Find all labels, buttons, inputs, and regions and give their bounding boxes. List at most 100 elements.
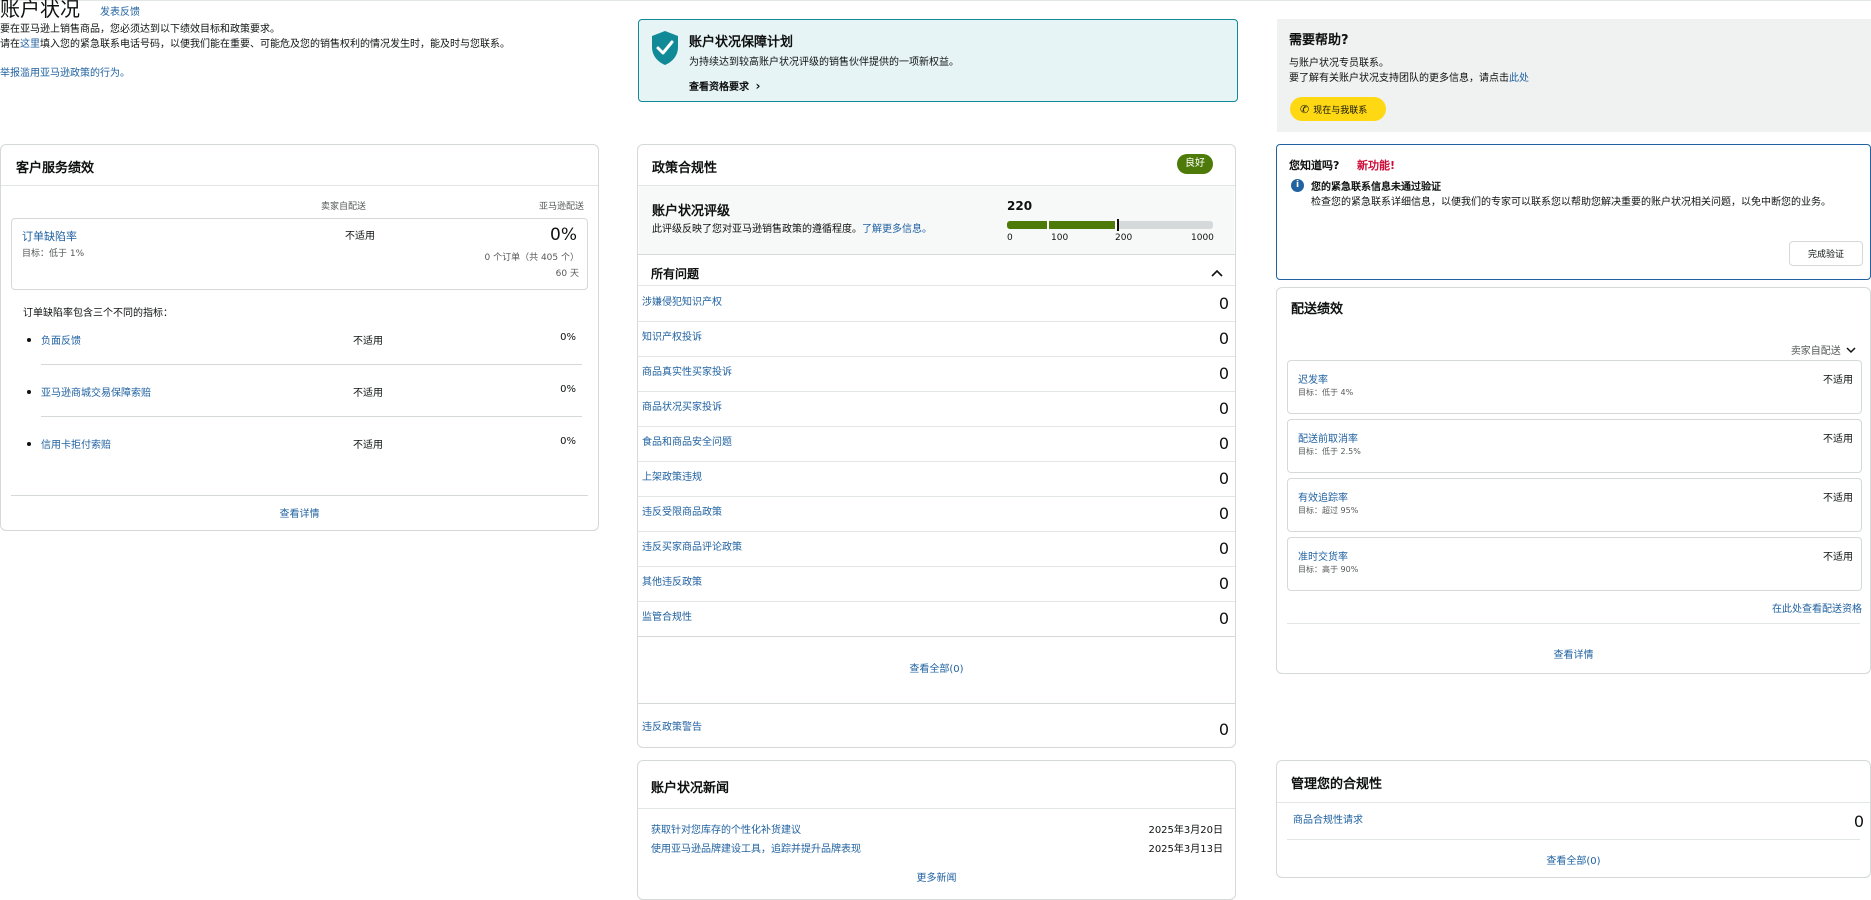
learn-more-link[interactable]: 了解更多信息。 xyxy=(862,224,932,235)
issue-link[interactable]: 其他违反政策 xyxy=(642,573,702,588)
metric-link[interactable]: 配送前取消率 xyxy=(1298,430,1358,445)
header-line-1: 要在亚马逊上销售商品，您必须达到以下绩效目标和政策要求。 xyxy=(0,24,280,35)
issue-link[interactable]: 涉嫌侵犯知识产权 xyxy=(642,293,722,308)
metric-mfn: 不适用 xyxy=(353,440,383,451)
emergency-contact-link[interactable]: 这里 xyxy=(20,39,40,50)
list-item: 信用卡拒付索赔 不适用 0% xyxy=(23,434,582,486)
dyk-new-label: 新功能! xyxy=(1357,159,1396,172)
issue-row: 上架政策违规 0 xyxy=(638,461,1235,497)
issue-row: 违反买家商品评论政策 0 xyxy=(638,531,1235,567)
issue-link[interactable]: 食品和商品安全问题 xyxy=(642,433,732,448)
dyk-body: 检查您的紧急联系详细信息，以便我们的专家可以联系您以帮助您解决重要的账户状况相关… xyxy=(1311,197,1831,208)
metric-link[interactable]: 信用卡拒付索赔 xyxy=(41,436,111,451)
divider xyxy=(1,185,598,186)
ahr-meter-fill xyxy=(1007,221,1119,229)
info-icon: i xyxy=(1291,179,1304,192)
metric-afn: 0% xyxy=(560,384,576,395)
list-item: 负面反馈 不适用 0% xyxy=(23,330,582,382)
metric-target: 目标：高于 90% xyxy=(1298,565,1359,574)
chevron-right-icon: › xyxy=(755,79,761,93)
shipping-metric-tile: 迟发率 目标：低于 4% 不适用 xyxy=(1287,360,1862,414)
page-title: 账户状况 xyxy=(0,0,80,21)
top-rule xyxy=(0,0,1871,1)
issue-link[interactable]: 商品真实性买家投诉 xyxy=(642,363,732,378)
complete-verification-button[interactable]: 完成验证 xyxy=(1789,241,1863,266)
shipping-metric-tile: 准时交货率 目标：高于 90% 不适用 xyxy=(1287,537,1862,591)
contact-me-button[interactable]: ✆ 现在与我联系 xyxy=(1290,97,1386,121)
fulfillment-filter-label: 卖家自配送 xyxy=(1790,346,1841,357)
metric-link[interactable]: 准时交货率 xyxy=(1298,548,1348,563)
feedback-link[interactable]: 发表反馈 xyxy=(100,3,140,18)
meter-tick-label: 0 xyxy=(1007,233,1013,243)
policy-card: 政策合规性 良好 账户状况评级 此评级反映了您对亚马逊销售政策的遵循程度。了解更… xyxy=(637,144,1236,748)
news-item-link[interactable]: 使用亚马逊品牌建设工具，追踪并提升品牌表现 xyxy=(651,840,861,855)
metric-value: 不适用 xyxy=(1823,493,1853,504)
divider xyxy=(1287,623,1860,624)
issue-link[interactable]: 监管合规性 xyxy=(642,608,692,623)
metric-value: 不适用 xyxy=(1823,375,1853,386)
ahr-meter-pointer xyxy=(1117,219,1120,231)
issue-count: 0 xyxy=(1218,364,1229,383)
metric-link[interactable]: 有效追踪率 xyxy=(1298,489,1348,504)
protection-title: 账户状况保障计划 xyxy=(689,35,794,50)
issue-count: 0 xyxy=(1218,399,1229,418)
news-item-date: 2025年3月13日 xyxy=(1148,844,1223,855)
issue-row: 违反受限商品政策 0 xyxy=(638,496,1235,532)
cs-title: 客户服务绩效 xyxy=(16,161,95,176)
manage-view-all-link[interactable]: 查看全部(0) xyxy=(1277,852,1870,867)
shipping-eligibility-link[interactable]: 在此处查看配送资格 xyxy=(1772,600,1862,615)
news-title: 账户状况新闻 xyxy=(651,781,730,796)
odr-mfn: 不适用 xyxy=(345,231,375,242)
all-issues-title: 所有问题 xyxy=(651,267,700,281)
ahr-section: 账户状况评级 此评级反映了您对亚马逊销售政策的遵循程度。了解更多信息。 220 … xyxy=(639,186,1234,254)
issue-link[interactable]: 违反买家商品评论政策 xyxy=(642,538,742,553)
odr-link[interactable]: 订单缺陷率 xyxy=(22,228,77,244)
issue-link[interactable]: 商品状况买家投诉 xyxy=(642,398,722,413)
issue-link[interactable]: 知识产权投诉 xyxy=(642,328,702,343)
shipping-view-details-link[interactable]: 查看详情 xyxy=(1277,646,1870,661)
shield-check-icon xyxy=(652,31,678,65)
metric-link[interactable]: 亚马逊商城交易保障索赔 xyxy=(41,384,151,399)
cs-view-details-link[interactable]: 查看详情 xyxy=(1,505,598,520)
help-panel: 需要帮助? 与账户状况专员联系。 要了解有关账户状况支持团队的更多信息，请点击此… xyxy=(1277,19,1871,132)
metric-link[interactable]: 负面反馈 xyxy=(41,332,81,347)
divider xyxy=(1287,839,1860,840)
policy-warnings-count: 0 xyxy=(1218,720,1229,739)
bullet xyxy=(27,390,31,394)
more-news-link[interactable]: 更多新闻 xyxy=(638,869,1235,884)
ahr-score: 220 xyxy=(1007,199,1033,213)
chevron-up-icon[interactable] xyxy=(1211,269,1223,277)
chevron-down-icon xyxy=(1846,347,1856,354)
manage-compliance-card: 管理您的合规性 商品合规性请求 0 查看全部(0) xyxy=(1276,760,1871,878)
ahr-meter xyxy=(1007,219,1213,231)
meter-tick-label: 100 xyxy=(1051,233,1069,243)
issue-row: 知识产权投诉 0 xyxy=(638,321,1235,357)
divider xyxy=(638,703,1235,704)
issue-link[interactable]: 上架政策违规 xyxy=(642,468,702,483)
issue-row: 商品状况买家投诉 0 xyxy=(638,391,1235,427)
issue-count: 0 xyxy=(1218,539,1229,558)
issue-row: 食品和商品安全问题 0 xyxy=(638,426,1235,462)
ahr-desc-text: 此评级反映了您对亚马逊销售政策的遵循程度。 xyxy=(652,224,862,235)
eligibility-link[interactable]: 查看资格要求 › xyxy=(689,78,760,93)
divider xyxy=(638,808,1235,809)
meter-tick-label: 200 xyxy=(1115,233,1133,243)
policy-warnings-link[interactable]: 违反政策警告 xyxy=(642,718,702,733)
issue-row: 监管合规性 0 xyxy=(638,601,1235,637)
news-item-link[interactable]: 获取针对您库存的个性化补货建议 xyxy=(651,821,801,836)
compliance-requests-link[interactable]: 商品合规性请求 xyxy=(1293,811,1363,826)
metric-mfn: 不适用 xyxy=(353,336,383,347)
metric-link[interactable]: 迟发率 xyxy=(1298,371,1328,386)
help-line-2: 要了解有关账户状况支持团队的更多信息，请点击此处 xyxy=(1289,69,1529,84)
fulfillment-filter[interactable]: 卖家自配送 xyxy=(1791,342,1856,357)
issue-link[interactable]: 违反受限商品政策 xyxy=(642,503,722,518)
issue-count: 0 xyxy=(1218,469,1229,488)
divider xyxy=(1277,802,1870,803)
help-here-link[interactable]: 此处 xyxy=(1509,73,1529,84)
issues-list: 涉嫌侵犯知识产权 0 知识产权投诉 0 商品真实性买家投诉 0 商品状况买家投诉 0 食… xyxy=(638,286,1235,640)
news-card: 账户状况新闻 获取针对您库存的个性化补货建议 2025年3月20日 使用亚马逊品… xyxy=(637,760,1236,900)
metric-target: 目标：低于 4% xyxy=(1298,388,1354,397)
report-abuse-link[interactable]: 举报滥用亚马逊政策的行为。 xyxy=(0,64,130,79)
issues-view-all-link[interactable]: 查看全部(0) xyxy=(638,660,1235,675)
issue-count: 0 xyxy=(1218,329,1229,348)
